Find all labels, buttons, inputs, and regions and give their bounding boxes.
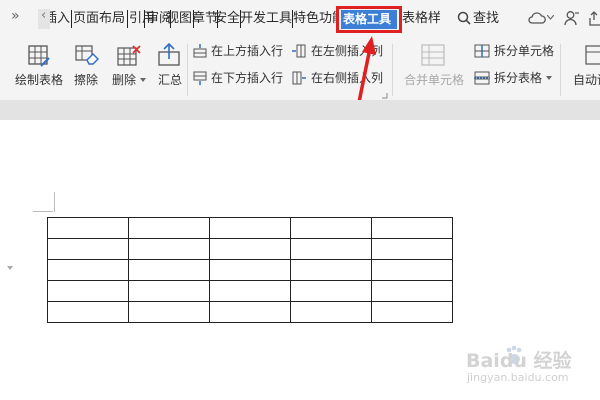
- search-label[interactable]: 查找: [473, 10, 499, 28]
- insert-row-above-button[interactable]: 在上方插入行: [211, 44, 283, 58]
- merge-cells-button[interactable]: 合并单元格: [404, 73, 464, 87]
- split-cells-button[interactable]: 拆分单元格: [494, 44, 554, 58]
- ribbon-tab-bar: » ‹ 插入 页面布局 引用 审阅 视图 章节 安全 开发工具 特色功能 表格工…: [0, 0, 600, 38]
- table-cell[interactable]: [128, 280, 210, 302]
- paragraph-marker-icon: [7, 266, 13, 270]
- table-cell[interactable]: [209, 301, 291, 323]
- ribbon-divider: [187, 44, 188, 96]
- table-cell[interactable]: [128, 217, 210, 239]
- cloud-sync-icon[interactable]: [527, 10, 547, 26]
- table-cell[interactable]: [290, 301, 372, 323]
- erase-button[interactable]: 擦除: [74, 73, 98, 87]
- tab-security[interactable]: 安全: [214, 10, 240, 28]
- table-cell[interactable]: [209, 259, 291, 281]
- tab-insert[interactable]: 插入: [50, 10, 70, 28]
- chevron-down-icon[interactable]: [140, 78, 146, 82]
- split-table-icon: [474, 71, 490, 85]
- delete-table-icon: [117, 45, 141, 66]
- insert-column-left-icon: [292, 44, 306, 58]
- table-cell[interactable]: [128, 238, 210, 260]
- watermark-brand: Baidu 经验: [466, 350, 572, 372]
- table-row: [47, 217, 453, 239]
- search-icon[interactable]: [457, 11, 471, 25]
- tab-separator: [144, 10, 145, 28]
- table-cell[interactable]: [47, 280, 129, 302]
- draw-table-button[interactable]: 绘制表格: [15, 73, 63, 87]
- table-cell[interactable]: [47, 217, 129, 239]
- user-icon[interactable]: [564, 10, 579, 26]
- table-cell[interactable]: [371, 301, 453, 323]
- table-cell[interactable]: [371, 217, 453, 239]
- ribbon-toolbar: 绘制表格 擦除 删除 汇总 在上方插入行 在下方插入行 在左侧插入列 在右侧插入…: [0, 38, 600, 100]
- table-row: [47, 280, 453, 302]
- chevron-down-icon[interactable]: [547, 15, 554, 20]
- dialog-launcher-icon[interactable]: [382, 93, 388, 99]
- draw-table-icon: [28, 45, 50, 67]
- table-cell[interactable]: [47, 301, 129, 323]
- overflow-chevron-icon[interactable]: »: [11, 8, 20, 24]
- tab-table-tools-label: 表格工具: [343, 12, 392, 26]
- ribbon-divider: [392, 44, 393, 96]
- table-cell[interactable]: [371, 259, 453, 281]
- tab-view[interactable]: 视图: [166, 10, 192, 28]
- table-cell[interactable]: [209, 280, 291, 302]
- ribbon-divider: [560, 44, 561, 96]
- tab-separator: [71, 10, 72, 28]
- margin-corner-mark: [33, 211, 53, 212]
- insert-row-above-icon: [193, 44, 207, 58]
- table-cell[interactable]: [209, 217, 291, 239]
- delete-button[interactable]: 删除: [112, 73, 136, 87]
- table-cell[interactable]: [290, 280, 372, 302]
- insert-row-below-button[interactable]: 在下方插入行: [211, 71, 283, 85]
- split-cells-icon: [474, 44, 490, 58]
- autofit-button[interactable]: 自动调: [573, 73, 600, 87]
- summary-icon: [158, 43, 180, 66]
- table-row: [47, 238, 453, 260]
- table-cell[interactable]: [371, 238, 453, 260]
- chevron-down-icon[interactable]: [546, 76, 552, 80]
- table-cell[interactable]: [371, 280, 453, 302]
- table-cell[interactable]: [290, 217, 372, 239]
- split-table-button[interactable]: 拆分表格: [494, 71, 542, 85]
- insert-row-below-icon: [193, 71, 207, 85]
- table-cell[interactable]: [128, 301, 210, 323]
- table-cell[interactable]: [47, 238, 129, 260]
- document-table[interactable]: [47, 217, 453, 323]
- tab-table-style[interactable]: 表格样式: [402, 10, 440, 28]
- summary-button[interactable]: 汇总: [158, 73, 182, 87]
- table-cell[interactable]: [47, 259, 129, 281]
- tab-developer[interactable]: 开发工具: [240, 10, 292, 28]
- tab-special[interactable]: 特色功能: [293, 10, 337, 28]
- table-row: [47, 301, 453, 323]
- share-icon[interactable]: [588, 10, 600, 26]
- insert-column-right-icon: [292, 71, 306, 85]
- table-row: [47, 259, 453, 281]
- eraser-icon: [75, 45, 99, 65]
- watermark-url: jingyan.baidu.com: [467, 371, 569, 384]
- table-cell[interactable]: [209, 238, 291, 260]
- autofit-icon: [585, 45, 600, 65]
- table-cell[interactable]: [290, 238, 372, 260]
- table-cell[interactable]: [290, 259, 372, 281]
- tab-page-layout[interactable]: 页面布局: [73, 10, 125, 28]
- tab-separator: [127, 10, 128, 28]
- table-cell[interactable]: [128, 259, 210, 281]
- chevron-left-icon: ‹: [41, 8, 47, 23]
- document-canvas-border: [0, 100, 600, 120]
- merge-cells-icon: [421, 44, 445, 66]
- margin-corner-mark: [54, 192, 55, 212]
